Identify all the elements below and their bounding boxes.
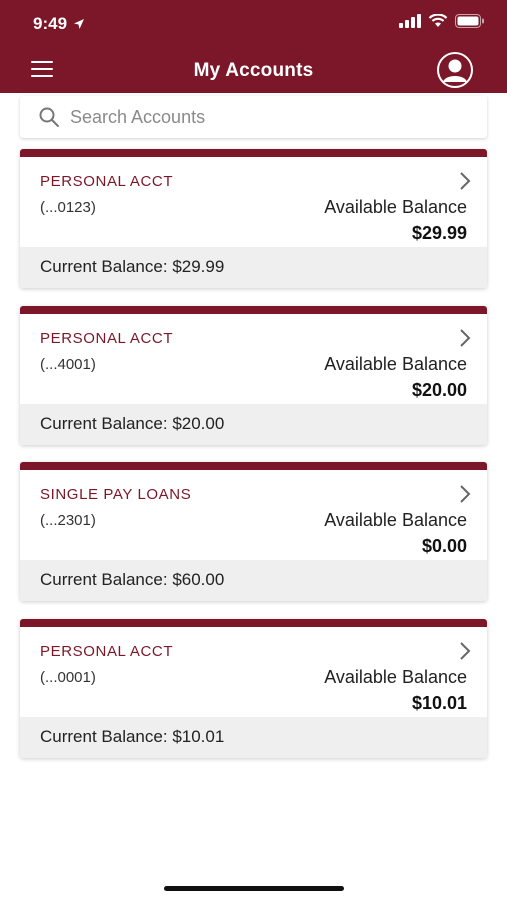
search-bar[interactable] (20, 96, 487, 138)
available-balance-label: Available Balance (324, 197, 467, 217)
account-name: PERSONAL ACCT (40, 330, 174, 347)
card-footer: Current Balance: $20.00 (20, 404, 487, 445)
account-card[interactable]: PERSONAL ACCT (...4001) Available Balanc… (20, 306, 487, 445)
current-balance-label: Current Balance: (40, 727, 168, 746)
account-number: (...0001) (40, 669, 96, 686)
current-balance: Current Balance: $20.00 (40, 414, 224, 434)
app-header: 9:49 My Accounts (0, 0, 507, 93)
current-balance-label: Current Balance: (40, 414, 168, 433)
account-number: (...0123) (40, 199, 96, 216)
available-balance-amount: $0.00 (421, 536, 467, 556)
home-indicator[interactable] (164, 886, 344, 891)
current-balance-label: Current Balance: (40, 257, 168, 276)
current-balance-amount: $29.99 (172, 257, 225, 276)
battery-icon (455, 14, 484, 28)
profile-button[interactable] (433, 52, 477, 88)
account-name: SINGLE PAY LOANS (40, 486, 192, 503)
current-balance-amount: $20.00 (172, 414, 225, 433)
card-accent-bar (20, 149, 487, 157)
chevron-right-icon (460, 642, 471, 660)
account-card[interactable]: PERSONAL ACCT (...0123) Available Balanc… (20, 149, 487, 288)
available-balance-label: Available Balance (324, 667, 467, 687)
account-card[interactable]: SINGLE PAY LOANS (...2301) Available Bal… (20, 462, 487, 601)
page-title: My Accounts (193, 60, 314, 81)
chevron-right-icon (460, 485, 471, 503)
signal-icon (399, 14, 421, 28)
status-indicators (399, 14, 485, 28)
account-card[interactable]: PERSONAL ACCT (...0001) Available Balanc… (20, 619, 487, 758)
current-balance-amount: $60.00 (172, 570, 225, 589)
account-number: (...2301) (40, 512, 96, 529)
card-footer: Current Balance: $29.99 (20, 247, 487, 288)
account-name: PERSONAL ACCT (40, 173, 174, 190)
card-footer: Current Balance: $60.00 (20, 560, 487, 601)
current-balance: Current Balance: $10.01 (40, 727, 224, 747)
account-number: (...4001) (40, 356, 96, 373)
current-balance: Current Balance: $29.99 (40, 257, 224, 277)
status-time-text: 9:49 (33, 14, 68, 33)
available-balance-amount: $20.00 (411, 380, 467, 400)
card-accent-bar (20, 306, 487, 314)
search-input[interactable] (68, 105, 472, 129)
status-time: 9:49 (33, 14, 85, 34)
location-arrow-icon (74, 19, 85, 29)
available-balance-label: Available Balance (324, 354, 467, 374)
chevron-right-icon (460, 329, 471, 347)
card-accent-bar (20, 619, 487, 627)
current-balance-amount: $10.01 (172, 727, 225, 746)
account-name: PERSONAL ACCT (40, 643, 174, 660)
available-balance-label: Available Balance (324, 510, 467, 530)
card-accent-bar (20, 462, 487, 470)
current-balance-label: Current Balance: (40, 570, 168, 589)
chevron-right-icon (460, 172, 471, 190)
user-avatar-icon (437, 52, 473, 88)
current-balance: Current Balance: $60.00 (40, 570, 224, 590)
wifi-icon (428, 14, 448, 27)
card-footer: Current Balance: $10.01 (20, 717, 487, 758)
search-icon (39, 107, 59, 127)
available-balance-amount: $29.99 (411, 223, 467, 243)
available-balance-amount: $10.01 (411, 693, 467, 713)
